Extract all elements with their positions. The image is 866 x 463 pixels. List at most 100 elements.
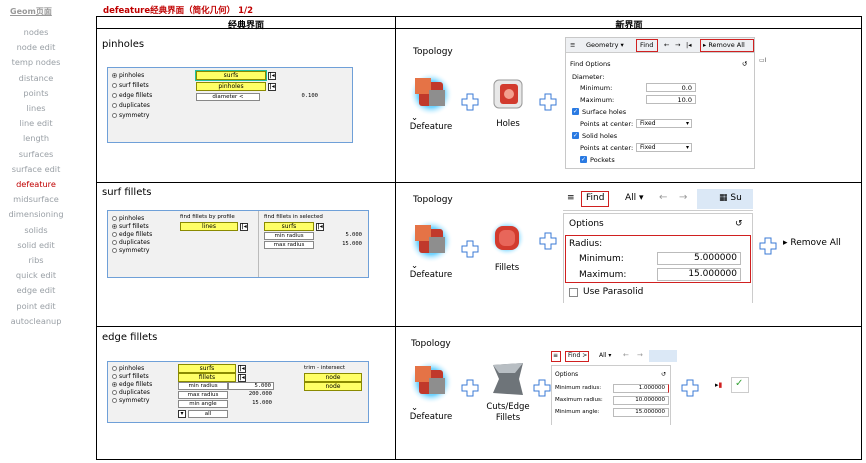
cuts-edge-fillets-icon[interactable]	[489, 359, 527, 399]
fillets-icon[interactable]	[489, 220, 525, 256]
radio-pinholes[interactable]: pinholes	[112, 215, 144, 222]
all-dropdown[interactable]: All ▾	[625, 193, 644, 203]
radio-edge-fillets[interactable]: edge fillets	[112, 231, 152, 238]
reset-icon[interactable]: |◂	[240, 223, 248, 231]
radio-duplicates[interactable]: duplicates	[112, 389, 150, 396]
nav-item-temp-nodes[interactable]: temp nodes	[0, 57, 72, 67]
dropdown-arrow-icon[interactable]: ▾	[178, 410, 186, 418]
nav-item-midsurface[interactable]: midsurface	[0, 194, 72, 204]
minimum-input[interactable]: 5.000000	[657, 252, 741, 265]
reset-icon[interactable]: |◂	[268, 83, 276, 91]
holes-icon[interactable]	[491, 77, 525, 111]
reset-icon[interactable]: |◂	[316, 223, 324, 231]
radio-duplicates[interactable]: duplicates	[112, 239, 150, 246]
points-at-center-select[interactable]: Fixed ▾	[636, 119, 692, 128]
min-radius-value[interactable]: 5.000	[314, 232, 364, 240]
nav-item-dimensioning[interactable]: dimensioning	[0, 209, 72, 219]
menu-icon[interactable]: ≡	[567, 193, 575, 203]
reset-icon[interactable]: |◂	[238, 374, 246, 382]
max-radius-value[interactable]: 200.000	[228, 391, 274, 399]
reset-icon[interactable]: |◂	[686, 41, 691, 49]
diameter-toggle[interactable]: diameter <	[196, 93, 260, 101]
maximum-input[interactable]: 10.0	[646, 95, 696, 104]
minimum-radius-input[interactable]: 1.000000	[613, 384, 669, 393]
reset-icon[interactable]: |◂	[238, 365, 246, 373]
radio-surf-fillets[interactable]: surf fillets	[112, 373, 149, 380]
defeature-icon[interactable]	[409, 219, 453, 263]
minimum-angle-input[interactable]: 15.000000	[613, 408, 669, 417]
forward-arrow-icon[interactable]: →	[675, 41, 680, 49]
radio-symmetry[interactable]: symmetry	[112, 112, 149, 119]
radio-edge-fillets[interactable]: edge fillets	[112, 381, 152, 388]
surfs-selector[interactable]: surfs	[178, 364, 236, 373]
reset-icon[interactable]: |◂	[268, 72, 276, 80]
solid-holes-checkbox[interactable]: ✓	[572, 132, 579, 139]
nav-item-distance[interactable]: distance	[0, 73, 72, 83]
radio-duplicates[interactable]: duplicates	[112, 102, 150, 109]
radio-surf-fillets[interactable]: surf fillets	[112, 223, 149, 230]
nav-item-ribs[interactable]: ribs	[0, 255, 72, 265]
forward-arrow-icon[interactable]: →	[679, 192, 687, 203]
all-dropdown[interactable]: All ▾	[599, 352, 611, 359]
forward-arrow-icon[interactable]: →	[637, 351, 643, 359]
nav-item-autocleanup[interactable]: autocleanup	[0, 316, 72, 326]
pinholes-selector[interactable]: pinholes	[196, 82, 266, 91]
diameter-value[interactable]: 0.100	[260, 93, 320, 101]
use-parasolid-label: Use Parasolid	[583, 287, 644, 297]
all-selector[interactable]: all	[188, 410, 228, 418]
reset-icon[interactable]: ↺	[735, 219, 743, 229]
max-radius-value[interactable]: 15.000	[314, 241, 364, 249]
points-at-center-select[interactable]: Fixed ▾	[636, 143, 692, 152]
defeature-icon[interactable]	[409, 360, 453, 404]
nav-item-point-edit[interactable]: point edit	[0, 301, 72, 311]
surfaces-tab[interactable]: ▦ Su	[719, 193, 742, 203]
nav-item-surfaces[interactable]: surfaces	[0, 149, 72, 159]
nav-item-solids[interactable]: solids	[0, 225, 72, 235]
node-selector-2[interactable]: node	[304, 382, 362, 391]
node-selector-1[interactable]: node	[304, 373, 362, 382]
nav-item-solid-edit[interactable]: solid edit	[0, 240, 72, 250]
remove-all-button[interactable]: ▸ Remove All	[783, 238, 841, 248]
apply-arrow-icon[interactable]: ▸▮	[715, 381, 722, 389]
defeature-icon[interactable]	[409, 72, 453, 116]
nav-item-lines[interactable]: lines	[0, 103, 72, 113]
surface-holes-checkbox[interactable]: ✓	[572, 108, 579, 115]
min-radius-value[interactable]: 5.000	[228, 382, 274, 390]
radio-surf-fillets[interactable]: surf fillets	[112, 82, 149, 89]
minimum-input[interactable]: 0.0	[646, 83, 696, 92]
radio-pinholes[interactable]: pinholes	[112, 72, 144, 79]
radio-pinholes[interactable]: pinholes	[112, 365, 144, 372]
back-arrow-icon[interactable]: ←	[659, 192, 667, 203]
nav-title[interactable]: Geom页面	[10, 6, 52, 17]
back-arrow-icon[interactable]: ←	[623, 351, 629, 359]
lines-selector[interactable]: lines	[180, 222, 238, 231]
use-parasolid-checkbox[interactable]	[569, 288, 578, 297]
nav-item-quick-edit[interactable]: quick edit	[0, 270, 72, 280]
reset-icon[interactable]: ↺	[661, 371, 666, 378]
nav-item-line-edit[interactable]: line edit	[0, 118, 72, 128]
nav-item-length[interactable]: length	[0, 133, 72, 143]
geometry-dropdown[interactable]: Geometry ▾	[586, 41, 624, 49]
reset-icon[interactable]: ↺	[742, 60, 747, 68]
fillets-selector[interactable]: fillets	[178, 373, 236, 382]
radio-symmetry[interactable]: symmetry	[112, 397, 149, 404]
nav-item-points[interactable]: points	[0, 88, 72, 98]
diameter-label: Diameter:	[572, 73, 605, 81]
nav-item-surface-edit[interactable]: surface edit	[0, 164, 72, 174]
radio-symmetry[interactable]: symmetry	[112, 247, 149, 254]
nav-item-defeature[interactable]: defeature	[0, 179, 72, 189]
pockets-checkbox[interactable]: ✓	[580, 156, 587, 163]
menu-icon[interactable]: ≡	[570, 41, 575, 49]
maximum-radius-input[interactable]: 10.000000	[613, 396, 669, 405]
surfs-selector[interactable]: surfs	[264, 222, 314, 231]
back-arrow-icon[interactable]: ←	[664, 41, 669, 49]
plus-icon	[533, 379, 551, 397]
min-angle-value[interactable]: 15.000	[228, 400, 274, 408]
nav-item-nodes[interactable]: nodes	[0, 27, 72, 37]
surfs-selector[interactable]: surfs	[196, 71, 266, 80]
maximum-input[interactable]: 15.000000	[657, 268, 741, 281]
nav-item-edge-edit[interactable]: edge edit	[0, 285, 72, 295]
nav-item-node-edit[interactable]: node edit	[0, 42, 72, 52]
radio-edge-fillets[interactable]: edge fillets	[112, 92, 152, 99]
window-icon[interactable]: ▭I	[759, 57, 766, 64]
